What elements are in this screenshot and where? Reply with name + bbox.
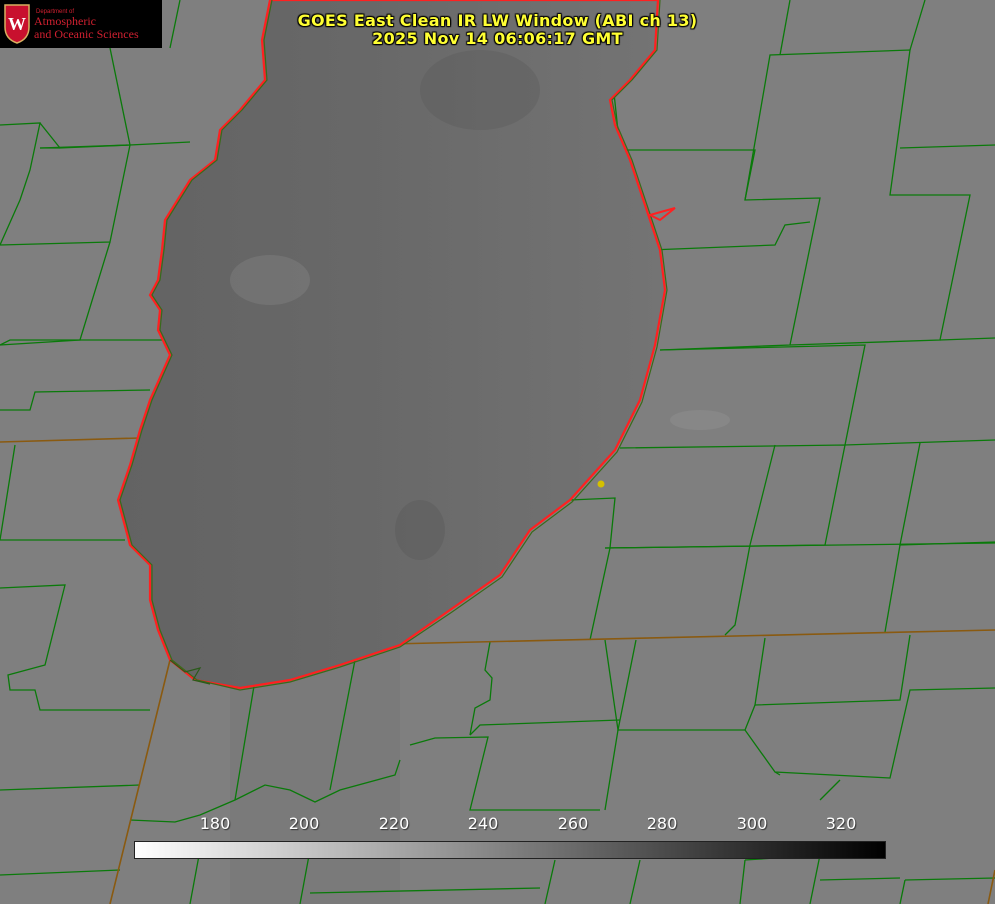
tick-label: 220 [378, 814, 410, 833]
colorbar-ticks: 180 200 220 240 260 280 300 320 [0, 814, 995, 836]
tick-label: 320 [825, 814, 857, 833]
tick-label: 240 [467, 814, 499, 833]
tick-label: 280 [646, 814, 678, 833]
image-title: GOES East Clean IR LW Window (ABI ch 13) [297, 11, 698, 30]
tick-label: 200 [288, 814, 320, 833]
tick-label: 300 [736, 814, 768, 833]
colorbar [134, 841, 886, 859]
location-marker [597, 480, 605, 488]
image-timestamp: 2025 Nov 14 06:06:17 GMT [372, 29, 623, 48]
tick-label: 180 [199, 814, 231, 833]
satellite-map [0, 0, 995, 904]
tick-label: 260 [557, 814, 589, 833]
